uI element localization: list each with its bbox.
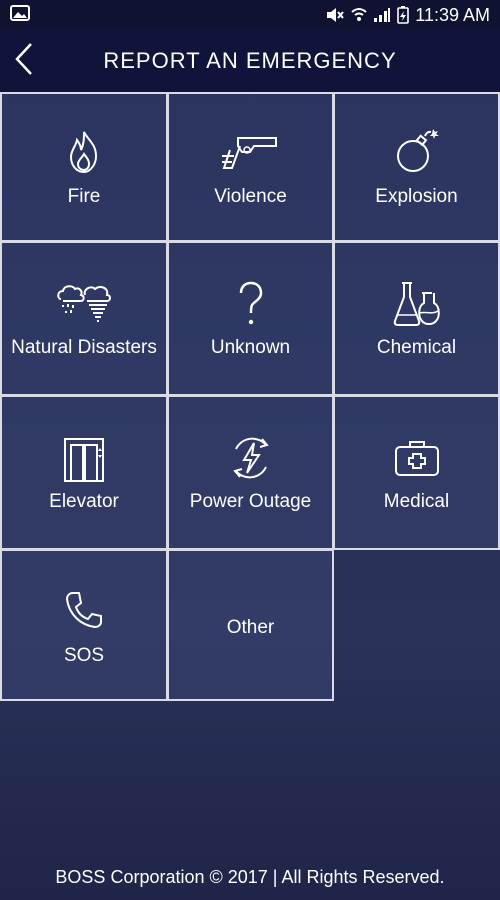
status-right: 11:39 AM (325, 5, 490, 26)
question-icon (236, 281, 266, 327)
tile-natural-disasters[interactable]: Natural Disasters (0, 241, 168, 396)
signal-icon (373, 7, 391, 23)
tile-label: Medical (383, 491, 450, 512)
bomb-icon (395, 128, 439, 174)
page-title: REPORT AN EMERGENCY (103, 48, 397, 73)
gun-icon (220, 132, 282, 172)
phone-icon (65, 591, 103, 629)
tile-label: Elevator (49, 491, 119, 512)
flask-icon (392, 281, 442, 327)
tile-label: Natural Disasters (11, 337, 157, 358)
tile-medical[interactable]: Medical (333, 395, 500, 550)
elevator-icon (63, 437, 105, 483)
tile-sos[interactable]: SOS (0, 549, 168, 701)
tile-label: Violence (214, 186, 287, 207)
wifi-icon (351, 6, 367, 24)
tile-label: Explosion (375, 186, 458, 207)
tile-explosion[interactable]: Explosion (333, 92, 500, 242)
tile-label: SOS (63, 645, 105, 666)
tile-violence[interactable]: Violence (167, 92, 334, 242)
tile-chemical[interactable]: Chemical (333, 241, 500, 396)
back-button[interactable] (2, 30, 46, 92)
tile-power-outage[interactable]: Power Outage (167, 395, 334, 550)
mute-icon (325, 6, 345, 24)
status-bar: 11:39 AM (0, 0, 500, 30)
tile-label: Power Outage (189, 491, 312, 512)
tile-label: Other (226, 617, 275, 638)
status-left (10, 4, 30, 26)
back-chevron-icon (13, 42, 35, 81)
battery-icon (397, 6, 410, 24)
status-time: 11:39 AM (415, 4, 490, 25)
tile-label: Fire (67, 186, 101, 207)
tile-label: Chemical (376, 337, 457, 358)
tile-elevator[interactable]: Elevator (0, 395, 168, 550)
medkit-icon (394, 439, 440, 477)
app-header: REPORT AN EMERGENCY (0, 30, 500, 92)
fire-icon (64, 130, 104, 174)
tile-other[interactable]: Other (167, 549, 334, 701)
footer-copyright: BOSS Corporation © 2017 | All Rights Res… (55, 867, 445, 887)
power-icon (228, 435, 274, 481)
image-icon (10, 4, 30, 26)
tile-fire[interactable]: Fire (0, 92, 168, 242)
storm-icon (55, 281, 113, 325)
tile-unknown[interactable]: Unknown (167, 241, 334, 396)
tile-label: Unknown (210, 337, 291, 358)
